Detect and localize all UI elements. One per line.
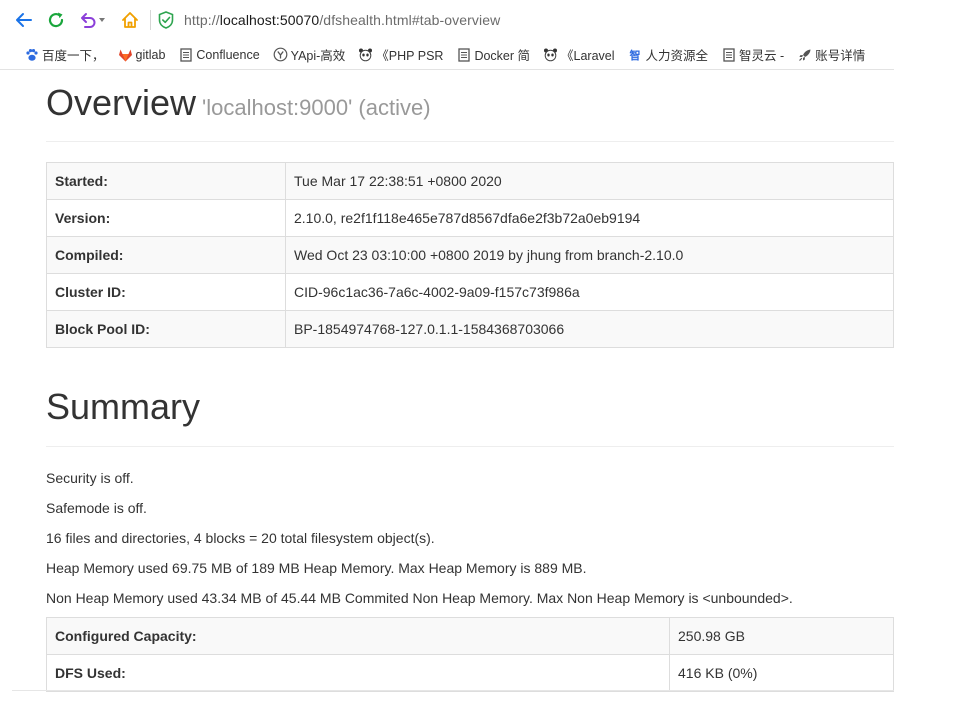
undo-close-tab-button[interactable] (76, 8, 108, 32)
back-button[interactable] (12, 8, 36, 32)
home-button[interactable] (118, 8, 142, 32)
bookmark-hr[interactable]: 智 人力资源全 (628, 45, 709, 64)
overview-header: Overview'localhost:9000' (active) (46, 82, 894, 142)
row-value: 2.10.0, re2f1f118e465e787d8567dfa6e2f3b7… (285, 199, 894, 237)
row-value: 416 KB (0%) (669, 654, 894, 692)
safemode-status: Safemode is off. (46, 500, 147, 516)
overview-title: Overview (46, 82, 197, 123)
bookmark-label: 智灵云 - (739, 49, 785, 63)
row-value: 250.98 GB (669, 617, 894, 655)
panda-icon (543, 47, 558, 62)
summary-lines: Security is off. Safemode is off. 16 fil… (46, 463, 793, 613)
bookmark-label: 人力资源全 (645, 49, 709, 63)
bookmark-label: YApi-高效 (290, 49, 346, 63)
table-row: Block Pool ID: BP-1854974768-127.0.1.1-1… (46, 310, 894, 348)
url-text: http://localhost:50070/dfshealth.html#ta… (184, 12, 500, 28)
non-heap-memory: Non Heap Memory used 43.34 MB of 45.44 M… (46, 590, 793, 606)
bookmark-yapi[interactable]: YApi-高效 (273, 45, 346, 64)
url-prefix: http:// (184, 12, 220, 28)
summary-title: Summary (46, 386, 201, 427)
bookmark-laravel[interactable]: 《Laravel (543, 45, 615, 64)
refresh-button[interactable] (44, 8, 68, 32)
row-value: Tue Mar 17 22:38:51 +0800 2020 (285, 162, 894, 200)
summary-header: Summary (46, 380, 894, 447)
bookmark-label: 百度一下， (42, 49, 105, 63)
chevron-down-icon (99, 18, 105, 22)
undo-icon (81, 13, 96, 28)
heap-memory: Heap Memory used 69.75 MB of 189 MB Heap… (46, 560, 587, 576)
table-row: Configured Capacity: 250.98 GB (46, 617, 894, 655)
url-host: localhost:50070 (219, 12, 320, 28)
browser-toolbar: http://localhost:50070/dfshealth.html#ta… (0, 0, 966, 40)
bookmark-docker[interactable]: Docker 简 (456, 45, 530, 64)
table-row: Version: 2.10.0, re2f1f118e465e787d8567d… (46, 199, 894, 237)
divider (12, 690, 894, 691)
shield-icon (158, 11, 176, 29)
bookmark-label: 账号详情 (815, 49, 866, 63)
bookmark-confluence[interactable]: Confluence (178, 47, 260, 62)
toolbar-separator (150, 10, 151, 30)
capacity-table: Configured Capacity: 250.98 GB DFS Used:… (46, 617, 894, 692)
url-path: /dfshealth.html#tab-overview (319, 12, 501, 28)
bookmark-php-psr[interactable]: 《PHP PSR (358, 45, 443, 64)
row-key: Started: (46, 162, 286, 200)
document-icon (721, 47, 736, 62)
table-row: Started: Tue Mar 17 22:38:51 +0800 2020 (46, 162, 894, 200)
overview-subtitle: 'localhost:9000' (active) (202, 95, 431, 120)
document-icon (456, 47, 471, 62)
row-key: Block Pool ID: (46, 310, 286, 348)
page-content: Overview'localhost:9000' (active) Starte… (0, 70, 894, 692)
row-key: Configured Capacity: (46, 617, 670, 655)
baidu-paw-icon (24, 47, 39, 62)
page-title: Overview'localhost:9000' (active) (46, 82, 894, 129)
bookmark-gitlab[interactable]: gitlab (118, 47, 166, 62)
yapi-icon (273, 47, 288, 62)
panda-icon (358, 47, 373, 62)
overview-table: Started: Tue Mar 17 22:38:51 +0800 2020 … (46, 162, 894, 348)
back-arrow-icon (16, 13, 32, 27)
table-row: Compiled: Wed Oct 23 03:10:00 +0800 2019… (46, 236, 894, 274)
home-icon (122, 12, 138, 28)
bookmark-zhilingyun[interactable]: 智灵云 - (721, 45, 784, 64)
zhi-icon: 智 (629, 49, 641, 62)
row-key: Compiled: (46, 236, 286, 274)
gitlab-fox-icon (118, 47, 133, 62)
document-icon (178, 47, 193, 62)
filesystem-objects: 16 files and directories, 4 blocks = 20 … (46, 530, 435, 546)
security-status: Security is off. (46, 470, 134, 486)
row-value: Wed Oct 23 03:10:00 +0800 2019 by jhung … (285, 236, 894, 274)
table-row: Cluster ID: CID-96c1ac36-7a6c-4002-9a09-… (46, 273, 894, 311)
bookmarks-bar: 百度一下， gitlab Confluence YApi-高效 《PHP PSR… (0, 40, 894, 70)
bookmark-label: Docker 简 (474, 49, 531, 63)
bookmark-baidu[interactable]: 百度一下， (24, 45, 105, 64)
table-row: DFS Used: 416 KB (0%) (46, 654, 894, 692)
row-key: DFS Used: (46, 654, 670, 692)
row-value: BP-1854974768-127.0.1.1-1584368703066 (285, 310, 894, 348)
bookmark-label: 《Laravel (561, 49, 615, 63)
row-value: CID-96c1ac36-7a6c-4002-9a09-f157c73f986a (285, 273, 894, 311)
bookmark-account[interactable]: 账号详情 (797, 45, 865, 64)
address-bar[interactable]: http://localhost:50070/dfshealth.html#ta… (158, 7, 894, 33)
bookmark-label: gitlab (135, 47, 166, 62)
refresh-icon (48, 12, 64, 28)
bookmark-label: Confluence (196, 47, 260, 62)
bookmark-label: 《PHP PSR (376, 49, 444, 63)
rocket-icon (797, 47, 812, 62)
row-key: Version: (46, 199, 286, 237)
row-key: Cluster ID: (46, 273, 286, 311)
